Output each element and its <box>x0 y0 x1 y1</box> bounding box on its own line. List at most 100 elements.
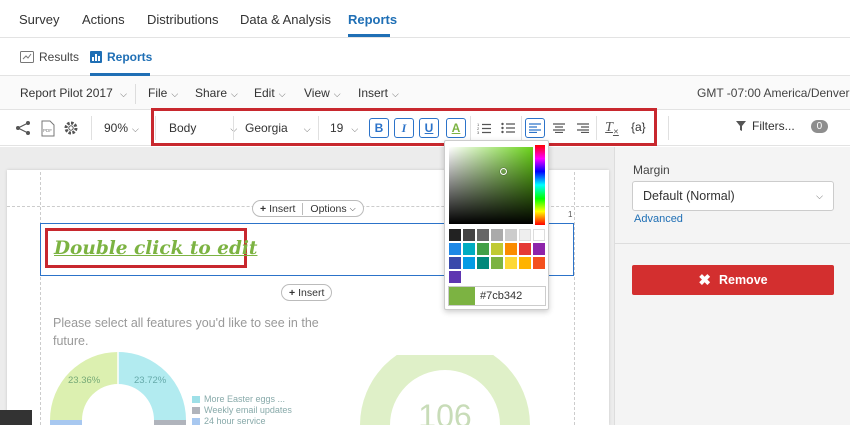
hue-slider[interactable] <box>535 145 545 225</box>
color-swatch[interactable] <box>519 229 531 241</box>
subnav-reports-label: Reports <box>107 50 153 64</box>
color-swatch[interactable] <box>519 243 531 255</box>
insert-button-below[interactable]: + Insert <box>281 284 333 301</box>
margin-select[interactable]: Default (Normal) ⌵ <box>632 181 834 211</box>
color-swatch[interactable] <box>505 229 517 241</box>
subnav-results[interactable]: Results <box>20 50 79 64</box>
color-handle[interactable] <box>500 168 507 175</box>
divider <box>615 243 850 244</box>
insert-button[interactable]: + Insert <box>253 202 304 215</box>
remove-button[interactable]: ✖ Remove <box>632 265 834 295</box>
divider <box>318 116 319 140</box>
menu-insert[interactable]: Insert ⌵ <box>358 86 399 100</box>
color-swatch[interactable] <box>533 257 545 269</box>
font-select[interactable]: Georgia ⌵ <box>245 121 311 135</box>
numbered-list-icon[interactable]: 123 <box>475 119 493 137</box>
bold-button[interactable]: B <box>369 118 389 138</box>
legend-swatch <box>192 406 200 414</box>
italic-button[interactable]: I <box>394 118 414 138</box>
hex-input[interactable]: #7cb342 <box>475 287 545 305</box>
svg-text:3: 3 <box>477 130 480 134</box>
size-select[interactable]: 19 ⌵ <box>330 121 358 135</box>
style-select[interactable]: Body⌵ <box>169 121 237 135</box>
report-menu-bar: Report Pilot 2017 ⌵ File ⌵ Share ⌵ Edit ⌵ V… <box>0 76 850 110</box>
top-nav: Survey Actions Distributions Data & Anal… <box>0 0 850 38</box>
color-swatch[interactable] <box>477 257 489 269</box>
align-center-button[interactable] <box>550 119 568 137</box>
divider <box>521 116 522 140</box>
legend-swatch <box>192 417 200 425</box>
advanced-link[interactable]: Advanced <box>634 213 683 225</box>
chevron-down-icon: ⌵ <box>333 89 341 99</box>
menu-file[interactable]: File ⌵ <box>148 86 178 100</box>
donut-slice-weekly <box>154 420 186 425</box>
saturation-value-area[interactable] <box>449 147 533 224</box>
clear-format-glyph: T <box>605 120 613 135</box>
nav-actions[interactable]: Actions <box>82 12 125 27</box>
donut-label: 23.72% <box>134 375 167 386</box>
subnav-reports[interactable]: Reports <box>90 50 152 64</box>
color-swatch[interactable] <box>477 243 489 255</box>
color-swatch[interactable] <box>533 229 545 241</box>
nav-survey[interactable]: Survey <box>19 12 59 27</box>
editable-text-box[interactable]: Double click to edit <box>45 228 257 268</box>
page-number: 1 <box>568 210 573 219</box>
text-color-button[interactable]: A <box>446 118 466 138</box>
color-swatch[interactable] <box>505 257 517 269</box>
results-icon <box>20 51 34 63</box>
chevron-down-icon: ⌵ <box>303 124 311 134</box>
pdf-icon[interactable]: PDF <box>39 119 57 137</box>
nav-reports[interactable]: Reports <box>348 12 397 27</box>
nav-distributions[interactable]: Distributions <box>147 12 219 27</box>
menu-view[interactable]: View ⌵ <box>304 86 341 100</box>
help-tab[interactable] <box>0 410 32 425</box>
color-swatch[interactable] <box>491 257 503 269</box>
font-value: Georgia <box>245 121 288 135</box>
clear-format-icon[interactable]: T ✕ <box>603 119 621 137</box>
legend-label: More Easter eggs ... <box>204 394 286 404</box>
chevron-down-icon: ⌵ <box>171 89 179 99</box>
color-swatch[interactable] <box>449 243 461 255</box>
color-swatch[interactable] <box>519 257 531 269</box>
bullet-list-icon[interactable] <box>499 119 517 137</box>
color-swatch[interactable] <box>491 243 503 255</box>
zoom-select[interactable]: 90% ⌵ <box>104 121 139 135</box>
chevron-down-icon: ⌵ <box>349 203 356 213</box>
hex-input-row: #7cb342 <box>448 286 546 306</box>
legend-item: 24 hour service <box>192 416 266 425</box>
color-swatch[interactable] <box>449 271 461 283</box>
options-button[interactable]: Options ⌵ <box>303 203 362 215</box>
report-selector[interactable]: Report Pilot 2017 ⌵ <box>20 86 127 100</box>
plus-icon: + <box>260 202 267 215</box>
donut-label: 23.36% <box>68 375 101 386</box>
color-swatch[interactable] <box>533 243 545 255</box>
filters-label: Filters... <box>752 119 795 133</box>
chevron-down-icon: ⌵ <box>231 89 238 99</box>
color-swatch[interactable] <box>463 257 475 269</box>
color-swatch[interactable] <box>463 229 475 241</box>
insert-options-toolbar: + Insert Options ⌵ <box>252 200 364 217</box>
nav-data-analysis[interactable]: Data & Analysis <box>240 12 331 27</box>
align-center-icon <box>553 123 565 133</box>
gear-icon[interactable] <box>62 119 80 137</box>
color-swatch[interactable] <box>505 243 517 255</box>
share-icon[interactable] <box>14 119 32 137</box>
menu-view-label: View <box>304 86 330 100</box>
piped-text-button[interactable]: {a} <box>631 120 646 134</box>
underline-button[interactable]: U <box>419 118 439 138</box>
align-right-icon <box>577 123 589 133</box>
color-swatch[interactable] <box>491 229 503 241</box>
remove-label: Remove <box>718 273 768 287</box>
color-swatch[interactable] <box>463 243 475 255</box>
color-swatch[interactable] <box>477 229 489 241</box>
menu-share[interactable]: Share ⌵ <box>195 86 238 100</box>
color-swatch[interactable] <box>449 257 461 269</box>
legend-swatch <box>192 395 200 403</box>
menu-edit[interactable]: Edit ⌵ <box>254 86 286 100</box>
color-swatch[interactable] <box>449 229 461 241</box>
margin-guide <box>40 172 41 425</box>
filters-button[interactable]: Filters... 0 <box>736 119 829 133</box>
align-right-button[interactable] <box>574 119 592 137</box>
align-left-button[interactable] <box>525 118 545 138</box>
subnav-results-label: Results <box>39 50 80 64</box>
